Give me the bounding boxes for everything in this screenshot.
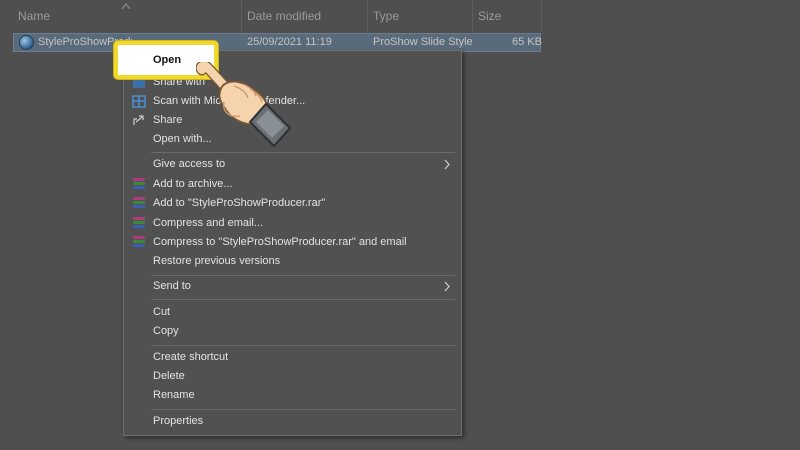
menu-separator [151,409,455,410]
column-type-header[interactable]: Type [367,0,399,32]
menu-item-rename[interactable]: Rename [124,386,461,405]
share-icon [133,115,144,125]
pointing-hand-icon [196,62,292,148]
winrar-icon [133,197,145,210]
menu-item-send-to[interactable]: Send to [124,277,461,296]
chevron-right-icon [444,159,450,170]
menu-item-create-shortcut[interactable]: Create shortcut [124,348,461,367]
menu-item-properties[interactable]: Properties [124,412,461,431]
menu-item-delete[interactable]: Delete [124,367,461,386]
chevron-right-icon [444,281,450,292]
menu-separator [151,275,455,276]
column-separator[interactable] [541,0,542,32]
menu-item-compress-rar-email[interactable]: Compress to "StyleProShowProducer.rar" a… [124,233,461,252]
winrar-icon [133,178,145,191]
winrar-icon [133,236,145,249]
column-header: Name Date modified Type Size [0,0,800,32]
proshow-style-icon [19,35,34,50]
file-size: 65 KB [512,36,542,48]
sort-up-icon [121,3,131,10]
column-size-header[interactable]: Size [472,0,501,32]
file-type: ProShow Slide Style [373,36,473,48]
winrar-icon [133,217,145,230]
menu-item-compress-email[interactable]: Compress and email... [124,214,461,233]
column-date-header[interactable]: Date modified [241,0,321,32]
menu-item-restore-versions[interactable]: Restore previous versions [124,252,461,271]
defender-icon [132,95,146,108]
file-date-modified: 25/09/2021 11:19 [247,36,332,48]
menu-separator [151,299,455,300]
menu-separator [151,345,455,346]
menu-item-add-to-archive[interactable]: Add to archive... [124,175,461,194]
menu-item-add-to-rar[interactable]: Add to "StyleProShowProducer.rar" [124,194,461,213]
column-name-header[interactable]: Name [12,0,50,32]
menu-item-copy[interactable]: Copy [124,322,461,341]
menu-item-cut[interactable]: Cut [124,303,461,322]
